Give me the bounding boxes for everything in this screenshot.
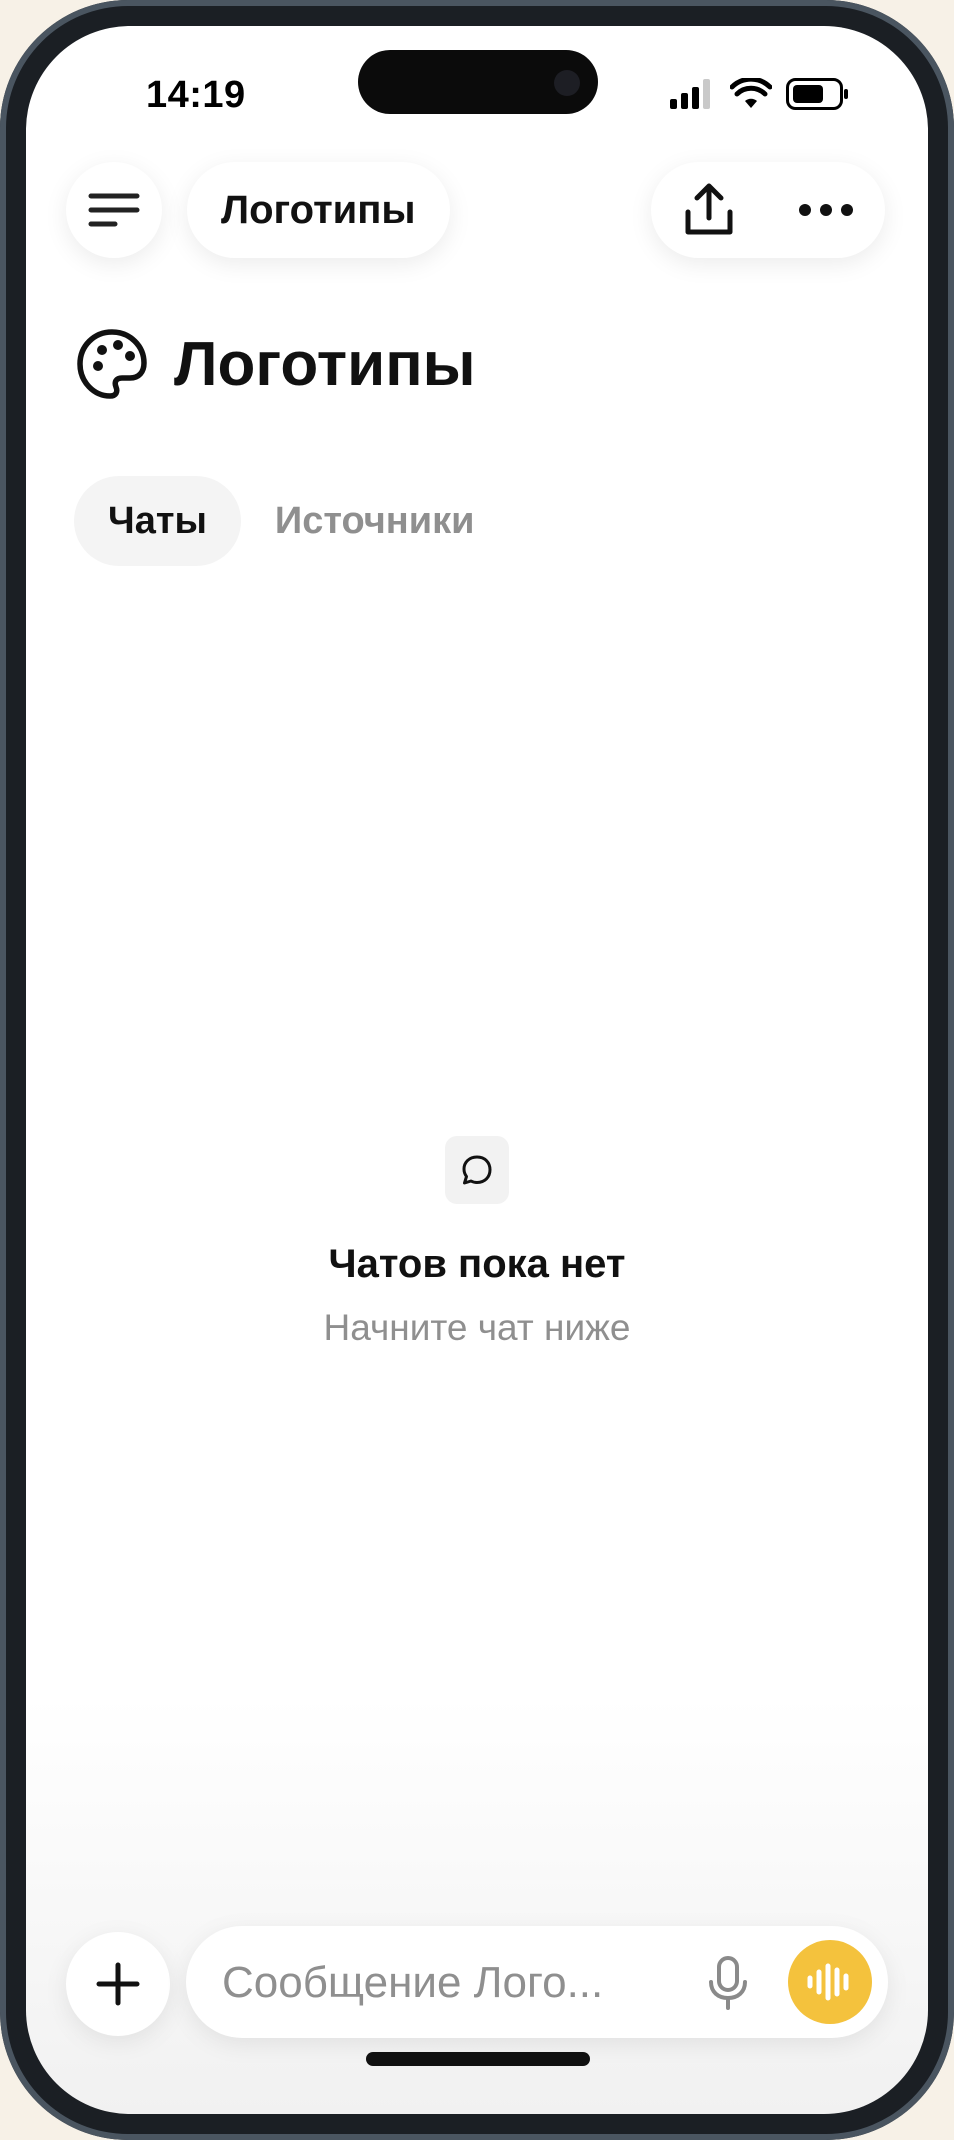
status-icons [670,78,850,110]
home-indicator [366,2052,590,2066]
menu-button[interactable] [66,162,162,258]
mic-icon[interactable] [708,1956,748,2010]
tab-chats[interactable]: Чаты [74,476,241,566]
message-input[interactable] [220,1952,654,2014]
dynamic-island [358,50,598,114]
voice-wave-icon [807,1963,849,2001]
share-icon[interactable] [683,182,735,238]
signal-icon [670,79,710,109]
plus-icon [96,1962,140,2006]
app-screen: 14:19 Логотипы Логотипы Чаты Источники Ч… [26,26,928,2114]
add-attachment-button[interactable] [66,1932,170,2036]
empty-state: Чатов пока нет Начните чат ниже [26,1136,928,1349]
header-actions [651,162,885,258]
project-title-pill[interactable]: Логотипы [187,162,450,258]
tab-bar: Чаты Источники [74,476,508,566]
page-heading: Логотипы [76,328,476,400]
phone-frame: 14:19 Логотипы Логотипы Чаты Источники Ч… [0,0,954,2140]
chat-bubble-icon [462,1155,492,1185]
camera-dot [554,70,580,96]
message-composer [186,1926,888,2038]
voice-mode-button[interactable] [788,1940,872,2024]
menu-icon [88,193,140,227]
palette-icon [77,329,147,399]
chat-bubble-icon-box [445,1136,509,1204]
status-time: 14:19 [146,74,246,116]
tab-sources[interactable]: Источники [241,476,509,566]
empty-state-title: Чатов пока нет [328,1242,626,1286]
empty-state-subtitle: Начните чат ниже [323,1307,631,1348]
battery-icon [786,78,848,110]
wifi-icon [730,78,772,108]
more-icon[interactable] [798,203,854,217]
page-title: Логотипы [174,329,476,399]
